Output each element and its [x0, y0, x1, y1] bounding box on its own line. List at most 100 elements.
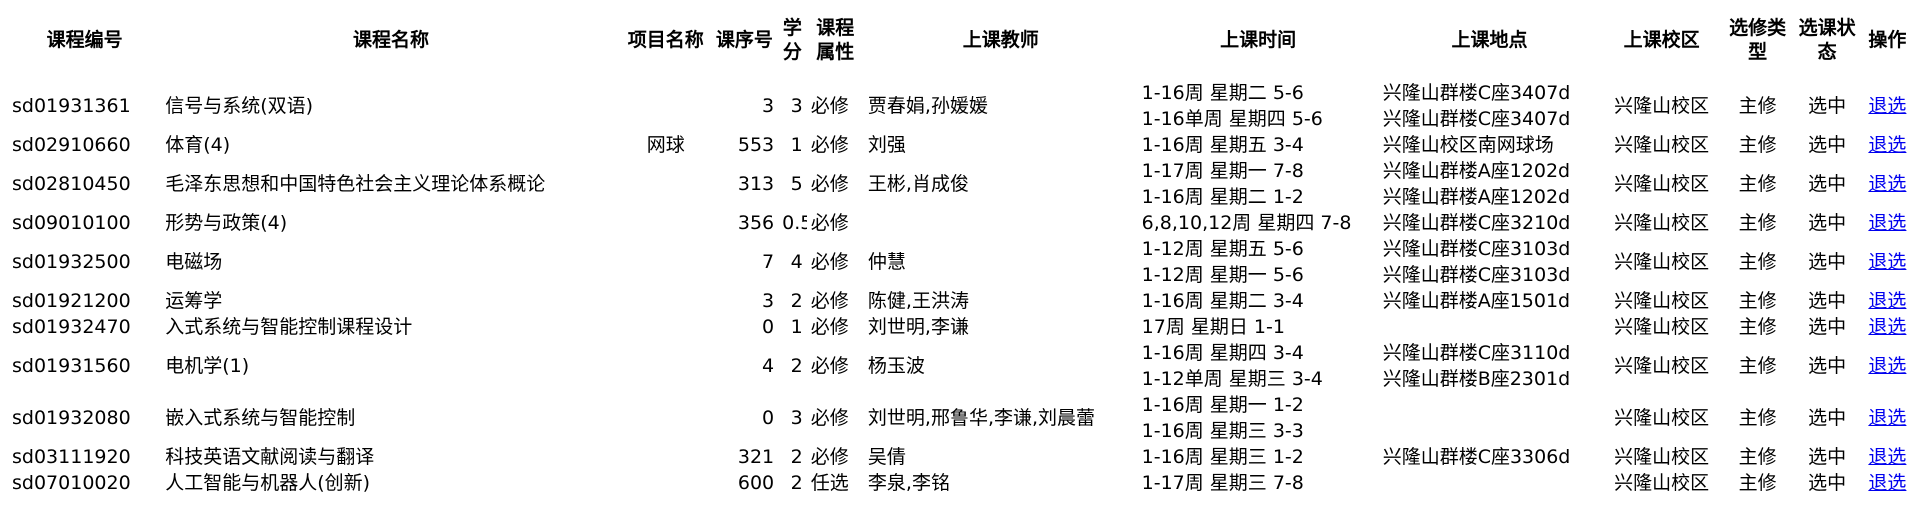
table-row: sd01932470 入式系统与智能控制课程设计 0 1 必修 刘世明,李谦 17周 星期日…: [8, 314, 1913, 340]
teacher-cell: 陈健,王洪涛: [867, 290, 969, 312]
course-attribute-cell: 任选: [810, 472, 849, 494]
header-project-name: 项目名称: [627, 29, 704, 51]
course-attribute-cell: 必修: [810, 446, 849, 468]
elective-type-cell: 主修: [1738, 290, 1777, 312]
operation-cell: 退选: [1862, 392, 1913, 444]
course-name-cell: 运筹学: [165, 290, 223, 312]
class-time-line: 1-17周 星期一 7-8: [1141, 160, 1304, 182]
course-attribute-cell: 必修: [810, 290, 849, 312]
credits-cell: 3: [790, 95, 803, 117]
course-code-cell: sd09010100: [12, 212, 131, 234]
class-time-cell: 1-12周 星期五 5-6 1-12周 星期一 5-6: [1138, 236, 1379, 288]
teacher-cell: 杨玉波: [867, 355, 925, 377]
class-time-line: 1-16周 星期四 3-4: [1141, 342, 1304, 364]
drop-course-link[interactable]: 退选: [1868, 290, 1906, 312]
drop-course-link[interactable]: 退选: [1868, 251, 1906, 273]
project-name-cell: 网球: [646, 134, 685, 156]
elective-type-cell: 主修: [1738, 95, 1777, 117]
header-operation: 操作: [1868, 29, 1907, 51]
class-time-line: 1-16周 星期二 5-6: [1141, 82, 1304, 104]
course-name-cell: 科技英语文献阅读与翻译: [165, 446, 375, 468]
table-row: sd03111920 科技英语文献阅读与翻译 321 2 必修 吴倩 1-16周 星期三 1…: [8, 444, 1913, 470]
header-elective-type: 选修类型: [1729, 17, 1787, 63]
class-time-cell: 1-16周 星期二 5-6 1-16单周 星期四 5-6: [1138, 80, 1379, 132]
elective-type-cell: 主修: [1738, 472, 1777, 494]
selection-status-cell: 选中: [1808, 290, 1847, 312]
class-location-cell: 兴隆山群楼C座3407d 兴隆山群楼C座3407d: [1379, 80, 1601, 132]
teacher-cell: [864, 210, 1138, 236]
selected-courses-table: 课程编号 课程名称 项目名称 课序号 学分 课程属性 上课教师 上课时间 上课地…: [8, 0, 1913, 496]
course-attribute-cell: 必修: [810, 173, 849, 195]
header-course-attribute: 课程属性: [816, 17, 855, 63]
class-time-cell: 1-16周 星期二 3-4: [1138, 288, 1379, 314]
class-location-line: 兴隆山群楼C座3407d: [1382, 108, 1571, 130]
course-code-cell: sd03111920: [12, 446, 131, 468]
class-time-line: 1-12周 星期五 5-6: [1141, 238, 1304, 260]
campus-cell: 兴隆山校区: [1614, 173, 1710, 195]
elective-type-cell: 主修: [1738, 446, 1777, 468]
class-location-cell: 兴隆山群楼C座3306d: [1379, 444, 1601, 470]
operation-cell: 退选: [1862, 236, 1913, 288]
elective-type-cell: 主修: [1738, 355, 1777, 377]
drop-course-link[interactable]: 退选: [1868, 95, 1906, 117]
header-credits: 学分: [782, 17, 802, 63]
drop-course-link[interactable]: 退选: [1868, 355, 1906, 377]
header-section-number: 课序号: [715, 29, 773, 51]
drop-course-link[interactable]: 退选: [1868, 212, 1906, 234]
course-code-cell: sd02910660: [12, 134, 131, 156]
selection-status-cell: 选中: [1808, 472, 1847, 494]
course-name-cell: 人工智能与机器人(创新): [165, 472, 371, 494]
section-number-cell: 553: [737, 134, 775, 156]
elective-type-cell: 主修: [1738, 251, 1777, 273]
class-time-line: 1-16周 星期三 3-3: [1141, 420, 1304, 442]
table-row: sd01931361 信号与系统(双语) 3 3 必修 贾春娟,孙媛媛 1-16周 星期二 …: [8, 80, 1913, 132]
drop-course-link[interactable]: 退选: [1868, 446, 1906, 468]
project-name-cell: [621, 340, 711, 392]
operation-cell: 退选: [1862, 470, 1913, 496]
teacher-cell: 李泉,李铭: [867, 472, 950, 494]
project-name-cell: [621, 158, 711, 210]
course-code-cell: sd01931361: [12, 95, 131, 117]
credits-cell: 2: [790, 290, 803, 312]
class-location-cell: 兴隆山群楼C座3110d 兴隆山群楼B座2301d: [1379, 340, 1601, 392]
class-time-line: 1-12周 星期一 5-6: [1141, 264, 1304, 286]
operation-cell: 退选: [1862, 158, 1913, 210]
section-number-cell: 0: [762, 407, 775, 429]
drop-course-link[interactable]: 退选: [1868, 134, 1906, 156]
class-time-cell: 1-16周 星期一 1-2 1-16周 星期三 3-3: [1138, 392, 1379, 444]
class-time-line: 1-16周 星期二 3-4: [1141, 290, 1304, 312]
drop-course-link[interactable]: 退选: [1868, 173, 1906, 195]
class-location-line: 兴隆山群楼A座1501d: [1382, 290, 1571, 312]
class-time-line: 1-16周 星期三 1-2: [1141, 446, 1304, 468]
course-code-cell: sd01932080: [12, 407, 131, 429]
drop-course-link[interactable]: 退选: [1868, 407, 1906, 429]
class-time-cell: 1-17周 星期一 7-8 1-16周 星期二 1-2: [1138, 158, 1379, 210]
project-name-cell: [621, 470, 711, 496]
class-time-line: 1-17周 星期三 7-8: [1141, 472, 1304, 494]
table-row: sd02810450 毛泽东思想和中国特色社会主义理论体系概论 313 5 必修 王彬,肖…: [8, 158, 1913, 210]
elective-type-cell: 主修: [1738, 407, 1777, 429]
class-time-cell: 6,8,10,12周 星期四 7-8: [1138, 210, 1379, 236]
section-number-cell: 3: [762, 95, 775, 117]
teacher-cell: 贾春娟,孙媛媛: [867, 95, 988, 117]
table-row: sd01932500 电磁场 7 4 必修 仲慧 1-12周 星期五 5-6 1-12周 星期…: [8, 236, 1913, 288]
class-time-line: 1-16单周 星期四 5-6: [1141, 108, 1323, 130]
credits-cell: 0.5: [782, 212, 807, 234]
course-name-cell: 体育(4): [165, 134, 231, 156]
class-time-line: 1-12单周 星期三 3-4: [1141, 368, 1323, 390]
section-number-cell: 4: [762, 355, 775, 377]
class-location-line: 兴隆山群楼A座1202d: [1382, 186, 1571, 208]
course-code-cell: sd07010020: [12, 472, 131, 494]
credits-cell: 1: [790, 134, 803, 156]
class-time-line: 1-16周 星期一 1-2: [1141, 394, 1304, 416]
section-number-cell: 313: [737, 173, 775, 195]
class-location-line: 兴隆山群楼A座1202d: [1382, 160, 1571, 182]
class-location-line: 兴隆山校区南网球场: [1382, 134, 1554, 156]
selection-status-cell: 选中: [1808, 446, 1847, 468]
selection-status-cell: 选中: [1808, 251, 1847, 273]
course-attribute-cell: 必修: [810, 316, 849, 338]
drop-course-link[interactable]: 退选: [1868, 316, 1906, 338]
drop-course-link[interactable]: 退选: [1868, 472, 1906, 494]
elective-type-cell: 主修: [1738, 212, 1777, 234]
course-name-cell: 电磁场: [165, 251, 223, 273]
